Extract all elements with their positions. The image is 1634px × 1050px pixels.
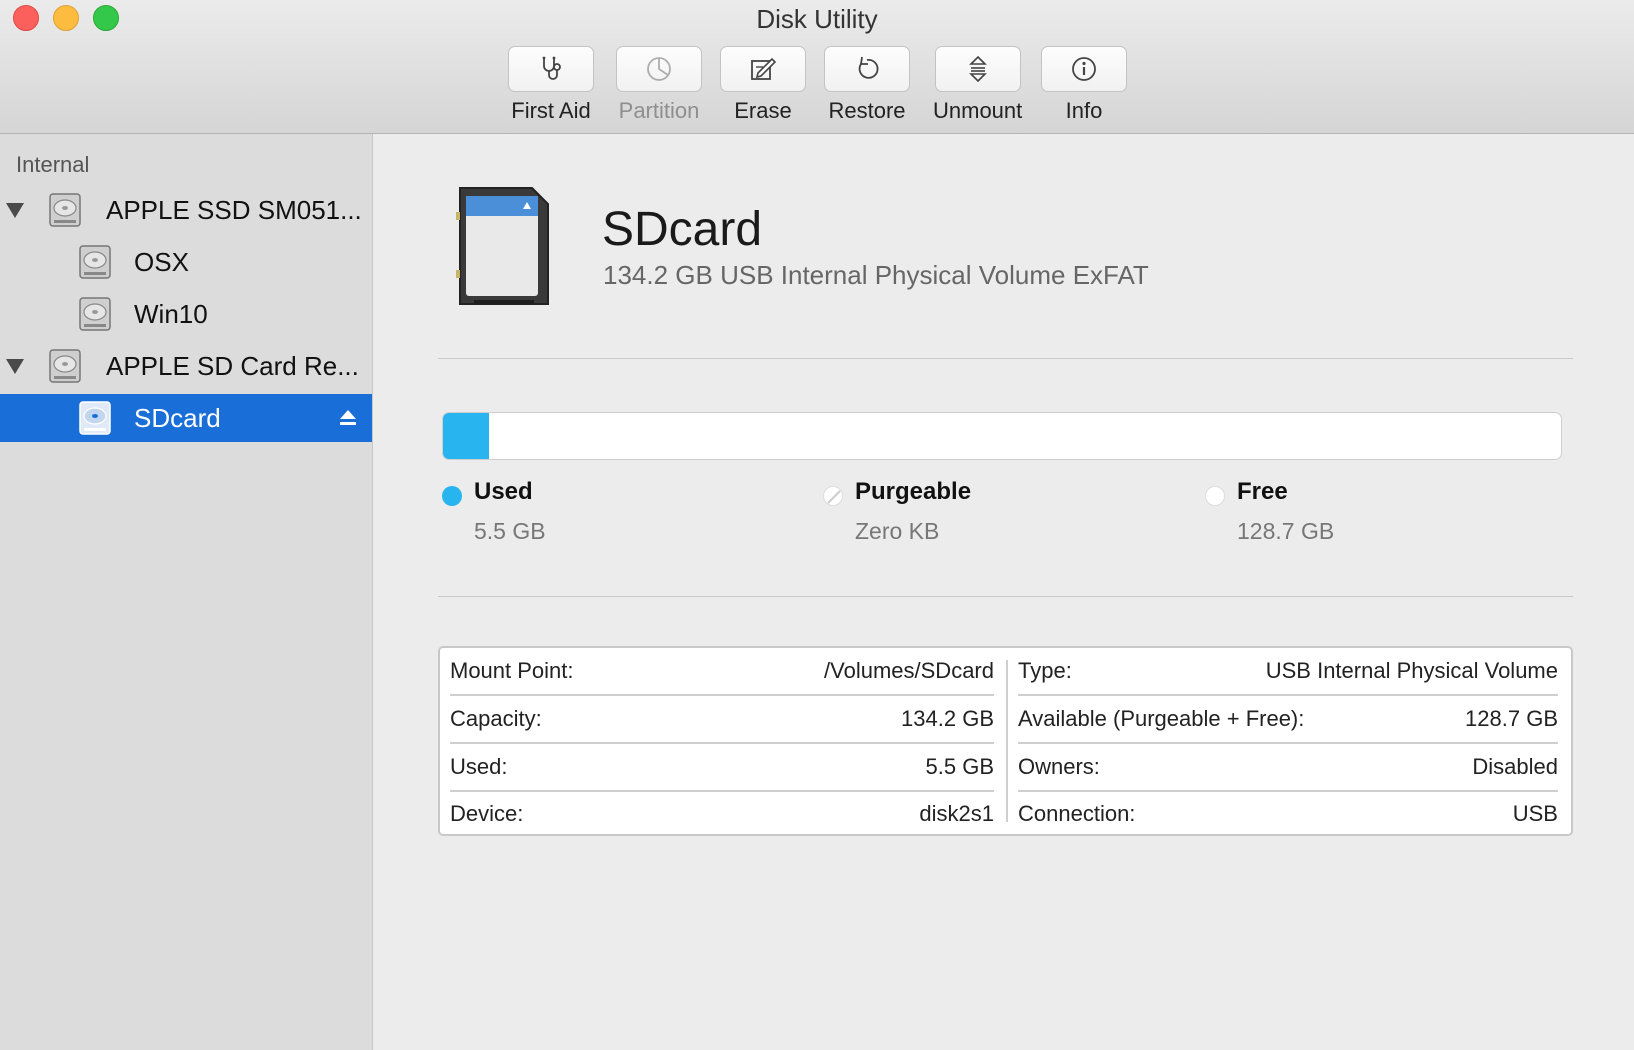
- used-dot-icon: [442, 486, 462, 506]
- erase-tool[interactable]: Erase: [720, 46, 806, 124]
- sidebar-section-internal: Internal: [16, 152, 90, 177]
- erase-button[interactable]: [720, 46, 806, 92]
- info-label: Info: [1065, 98, 1103, 123]
- info-value: 128.7 GB: [1465, 706, 1558, 731]
- first-aid-tool[interactable]: First Aid: [508, 46, 594, 124]
- volume-info-table: Mount Point: /Volumes/SDcard Capacity: 1…: [438, 646, 1573, 836]
- sidebar-item-label: OSX: [134, 246, 189, 277]
- info-row-capacity: Capacity: 134.2 GB: [450, 696, 994, 744]
- info-row-available: Available (Purgeable + Free): 128.7 GB: [1018, 696, 1558, 744]
- legend-value: Zero KB: [855, 518, 940, 544]
- sd-card-icon: [456, 187, 549, 305]
- erase-pencil-icon: [751, 57, 777, 80]
- info-value: 134.2 GB: [901, 706, 994, 731]
- info-row-device: Device: disk2s1: [450, 790, 994, 838]
- partition-label: Partition: [618, 98, 700, 123]
- volume-name: SDcard: [602, 203, 763, 256]
- sidebar-item-label: Win10: [134, 298, 208, 329]
- info-key: Owners:: [1018, 754, 1100, 779]
- hard-disk-icon: [49, 193, 81, 227]
- sidebar-item-sdcard[interactable]: SDcard: [0, 394, 372, 442]
- first-aid-label: First Aid: [511, 98, 591, 123]
- info-key: Mount Point:: [450, 658, 574, 683]
- info-column-divider: [1006, 660, 1008, 822]
- info-value: /Volumes/SDcard: [824, 658, 994, 683]
- partition-pie-icon: [647, 57, 671, 81]
- unmount-icon: [968, 55, 987, 83]
- info-row-owners: Owners: Disabled: [1018, 744, 1558, 792]
- info-tool[interactable]: Info: [1041, 46, 1127, 124]
- legend-value: 5.5 GB: [474, 518, 546, 544]
- sidebar-item-label: APPLE SSD SM051...: [106, 194, 362, 225]
- first-aid-button[interactable]: [508, 46, 594, 92]
- info-value: 5.5 GB: [925, 754, 994, 779]
- eject-icon[interactable]: [338, 408, 358, 428]
- info-value: USB: [1512, 801, 1558, 826]
- divider: [438, 596, 1573, 597]
- title-bar: Disk Utility First Aid Partition Erase R…: [0, 0, 1634, 134]
- partition-tool[interactable]: Partition: [616, 46, 702, 124]
- stethoscope-icon: [542, 56, 561, 80]
- volume-disk-icon: [79, 401, 111, 435]
- info-key: Used:: [450, 754, 508, 779]
- unmount-label: Unmount: [933, 98, 1023, 123]
- restore-tool[interactable]: Restore: [824, 46, 910, 124]
- main-panel: SDcard 134.2 GB USB Internal Physical Vo…: [374, 134, 1634, 1050]
- info-button[interactable]: [1041, 46, 1127, 92]
- info-icon: [1072, 57, 1096, 81]
- free-dot-icon: [1205, 486, 1225, 506]
- sidebar-item-label: SDcard: [134, 402, 221, 433]
- divider: [438, 358, 1573, 359]
- sidebar-item-label: APPLE SD Card Re...: [106, 350, 359, 381]
- info-key: Connection:: [1018, 801, 1136, 826]
- sidebar: Internal APPLE SSD SM051... OSX Win10 AP…: [0, 134, 373, 1050]
- legend-value: 128.7 GB: [1237, 518, 1335, 544]
- restore-label: Restore: [828, 98, 906, 123]
- disclosure-triangle-icon[interactable]: [6, 358, 24, 374]
- unmount-tool[interactable]: Unmount: [933, 46, 1022, 124]
- window-title: Disk Utility: [756, 4, 878, 34]
- info-key: Device:: [450, 801, 524, 826]
- sidebar-item-win10[interactable]: Win10: [0, 290, 372, 338]
- purgeable-hatched-dot-icon: [823, 486, 843, 506]
- sidebar-item-apple-ssd[interactable]: APPLE SSD SM051...: [0, 186, 372, 234]
- restore-button[interactable]: [824, 46, 910, 92]
- volume-disk-icon: [79, 245, 111, 279]
- partition-button[interactable]: [616, 46, 702, 92]
- hard-disk-icon: [49, 349, 81, 383]
- volume-disk-icon: [79, 297, 111, 331]
- info-value: disk2s1: [919, 801, 994, 826]
- legend-name: Used: [474, 478, 533, 505]
- erase-label: Erase: [734, 98, 792, 123]
- disclosure-triangle-icon[interactable]: [6, 202, 24, 218]
- volume-description: 134.2 GB USB Internal Physical Volume Ex…: [603, 260, 1149, 290]
- info-row-mount-point: Mount Point: /Volumes/SDcard: [450, 648, 994, 696]
- unmount-button[interactable]: [934, 46, 1021, 92]
- legend-name: Free: [1237, 478, 1288, 505]
- info-row-used: Used: 5.5 GB: [450, 744, 994, 792]
- info-key: Type:: [1018, 658, 1072, 683]
- info-key: Available (Purgeable + Free):: [1018, 706, 1305, 731]
- restore-arrow-icon: [858, 56, 879, 79]
- info-value: USB Internal Physical Volume: [1265, 658, 1558, 683]
- usage-bar: [442, 412, 1562, 460]
- sidebar-item-apple-sd-card-reader[interactable]: APPLE SD Card Re...: [0, 342, 372, 390]
- sidebar-item-osx[interactable]: OSX: [0, 238, 372, 286]
- info-value: Disabled: [1472, 754, 1558, 779]
- info-row-connection: Connection: USB: [1018, 790, 1558, 838]
- usage-bar-used-segment: [443, 413, 489, 459]
- info-key: Capacity:: [450, 706, 542, 731]
- legend-name: Purgeable: [855, 478, 972, 505]
- info-row-type: Type: USB Internal Physical Volume: [1018, 648, 1558, 696]
